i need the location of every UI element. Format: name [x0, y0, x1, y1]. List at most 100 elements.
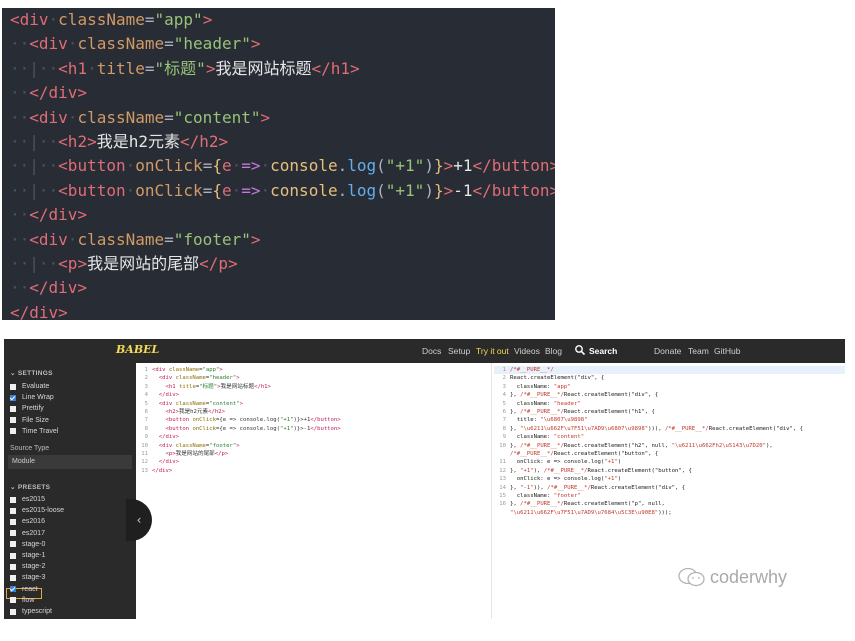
code-token: <p [58, 253, 78, 273]
nav-videos[interactable]: Videos [514, 346, 540, 356]
code-token: title [96, 58, 145, 78]
code-token: </h1> [254, 383, 271, 390]
settings-header[interactable]: ⌄ SETTINGS [10, 369, 53, 377]
code-token: }, [510, 425, 521, 432]
presets-header[interactable]: ⌄ PRESETS [10, 483, 50, 491]
code-token: </div> [158, 459, 179, 466]
checkbox-empty-icon[interactable] [10, 552, 16, 559]
code-token: e [221, 180, 232, 200]
nav-blog[interactable]: Blog [545, 346, 562, 356]
code-token: = [164, 107, 174, 127]
checkbox-empty-icon[interactable] [10, 597, 16, 604]
code-token: = [144, 10, 155, 29]
checkbox-empty-icon[interactable] [10, 405, 16, 412]
search-icon[interactable] [574, 344, 586, 356]
nav-docs[interactable]: Docs [422, 346, 441, 356]
checkbox-stage-0[interactable]: stage-0 [10, 539, 45, 550]
code-token: className [175, 400, 206, 407]
checkbox-label: stage-3 [22, 574, 46, 582]
nav-search[interactable]: Search [589, 346, 617, 356]
code-token: "app" [154, 10, 203, 29]
checkbox-react[interactable]: react [10, 584, 38, 595]
checkbox-es2015-loose[interactable]: es2015-loose [10, 505, 64, 516]
nav-github[interactable]: GitHub [714, 346, 740, 356]
code-token: React.createElement("h2", null, [563, 442, 672, 449]
nav-try-it-out[interactable]: Try it out [476, 346, 509, 356]
input-editor[interactable]: 1 <div className="app"> 2 <div className="… [136, 363, 492, 619]
code-token: "app" [202, 367, 220, 373]
checkbox-label: react [22, 585, 38, 593]
checkbox-label: es2015-loose [22, 507, 65, 515]
babel-logo[interactable]: BABEL [116, 343, 159, 356]
checkbox-empty-icon[interactable] [10, 574, 16, 581]
code-token: </div> [29, 205, 88, 225]
checkbox-stage-3[interactable]: stage-3 [10, 572, 45, 583]
output-code-line: 9 className: "content" [494, 433, 584, 441]
code-token: > [219, 367, 223, 373]
checkbox-typescript[interactable]: typescript [10, 606, 52, 617]
checkbox-label: Prettify [22, 405, 44, 413]
code-token: 我是网站标题 [220, 383, 255, 390]
checkbox-file-size[interactable]: File Size [10, 415, 49, 426]
code-token: · [125, 156, 136, 176]
checkbox-empty-icon[interactable] [10, 383, 16, 390]
checkbox-prettify[interactable]: Prettify [10, 403, 44, 414]
nav-donate[interactable]: Donate [654, 346, 681, 356]
checkbox-label: File Size [22, 416, 49, 424]
checkbox-stage-2[interactable]: stage-2 [10, 561, 45, 572]
nav-team[interactable]: Team [688, 346, 709, 356]
checkbox-empty-icon[interactable] [10, 541, 16, 548]
checkbox-empty-icon[interactable] [10, 428, 16, 435]
nav-setup[interactable]: Setup [448, 346, 470, 356]
code-token: log [347, 180, 377, 200]
output-code-line: 10}, /*#__PURE__*/React.createElement("h… [494, 442, 772, 450]
input-code-line: 4 </div> [136, 391, 179, 399]
jsx-code-panel: <div·className="app"> ··<div·className="h… [2, 8, 555, 320]
code-token: /*#__PURE__*/ [510, 367, 554, 373]
checkbox-line-wrap[interactable]: Line Wrap [10, 392, 54, 403]
checkbox-es2015[interactable]: es2015 [10, 494, 45, 505]
code-token: className: [510, 400, 554, 407]
code-token: "+1" [280, 417, 294, 424]
checkbox-empty-icon[interactable] [10, 417, 16, 424]
code-token: <div [158, 442, 176, 449]
checkbox-checked-icon[interactable] [10, 586, 16, 593]
code-token: 我是h2元素 [96, 131, 180, 151]
checkbox-stage-1[interactable]: stage-1 [10, 550, 45, 561]
code-token: > [77, 253, 88, 273]
code-token: React.createElement("div", { [510, 375, 605, 382]
checkbox-empty-icon[interactable] [10, 530, 16, 537]
checkbox-es2016[interactable]: es2016 [10, 516, 45, 527]
code-token: <div [10, 10, 49, 29]
output-code-line: /*#__PURE__*/React.createElement("button… [494, 450, 658, 458]
output-code-line: 2 React.createElement("div", { [494, 374, 605, 382]
code-token: )), [533, 484, 548, 491]
output-code-line: 5 className: "header" [494, 400, 581, 408]
source-type-select[interactable]: Module [8, 455, 132, 469]
code-token: ( [376, 156, 386, 176]
code-token: onClick: e => console.log( [510, 459, 605, 466]
checkbox-empty-icon[interactable] [10, 507, 16, 514]
code-token: React.createElement("h1", { [563, 409, 655, 415]
checkbox-empty-icon[interactable] [10, 496, 16, 503]
checkbox-time-travel[interactable]: Time Travel [10, 426, 58, 437]
checkbox-empty-icon[interactable] [10, 608, 16, 615]
checkbox-empty-icon[interactable] [10, 518, 16, 525]
checkbox-evaluate[interactable]: Evaluate [10, 381, 49, 392]
code-token: className: [510, 383, 554, 390]
output-editor[interactable]: 1 /*#__PURE__*/ 2 React.createElement("div"… [494, 363, 845, 619]
checkbox-es2017[interactable]: es2017 [10, 528, 45, 539]
line-number: 10 [141, 442, 148, 449]
code-token: · [67, 229, 78, 249]
code-token: <div [158, 400, 176, 407]
checkbox-empty-icon[interactable] [10, 563, 16, 570]
input-code-line: 5 <div className="content"> [136, 400, 243, 408]
checkbox-flow[interactable]: flow [10, 595, 34, 606]
code-token: </div> [10, 302, 68, 320]
code-token: onClick [192, 425, 217, 432]
checkbox-checked-icon[interactable] [10, 394, 16, 401]
line-number: 2 [144, 375, 148, 382]
code-token: "+1" [604, 476, 618, 483]
